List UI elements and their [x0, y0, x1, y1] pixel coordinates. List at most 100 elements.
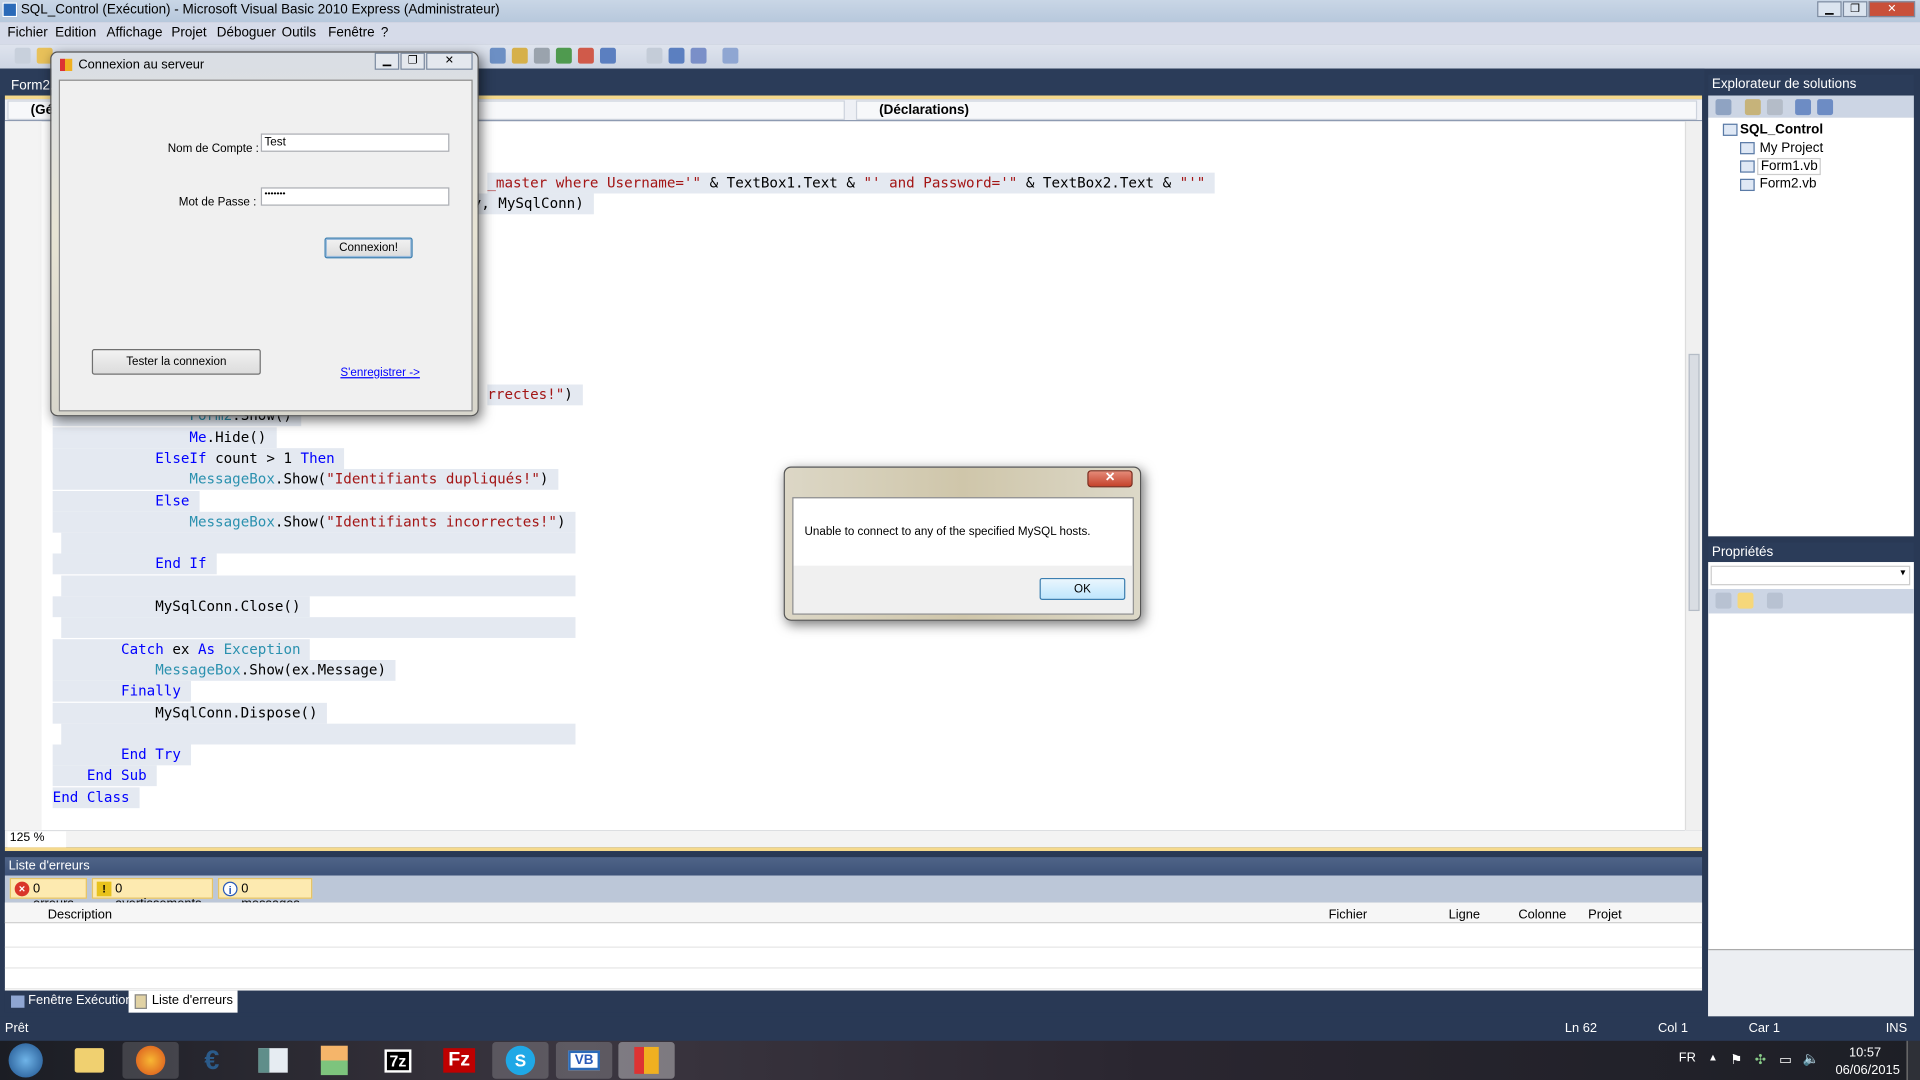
code-line[interactable]: rrectes!") [487, 384, 583, 406]
maximize-button[interactable]: ❐ [1842, 1, 1868, 18]
taskbar-mfc[interactable] [306, 1042, 362, 1079]
dialog-close-button[interactable]: ✕ [426, 52, 473, 70]
menu-fichier[interactable]: Fichier [7, 26, 47, 41]
message-box-close-button[interactable]: ✕ [1087, 470, 1133, 488]
taskbar-sql-control[interactable] [618, 1042, 675, 1079]
menu-outils[interactable]: Outils [282, 26, 316, 41]
step-icon[interactable] [646, 47, 663, 64]
alphabetical-icon[interactable] [1737, 592, 1754, 609]
tree-root[interactable]: SQL_Control [1740, 122, 1823, 137]
tree-item[interactable]: Form2.vb [1760, 176, 1817, 191]
view-designer-icon[interactable] [1817, 99, 1834, 116]
properties-icon[interactable] [511, 47, 528, 64]
breakpoint-window-icon[interactable] [668, 47, 685, 64]
categorized-icon[interactable] [1715, 592, 1732, 609]
code-line[interactable]: MessageBox.Show(ex.Message) [52, 659, 396, 681]
object-browser-icon[interactable] [555, 47, 572, 64]
property-pages-icon[interactable] [1766, 592, 1783, 609]
code-line[interactable]: Catch ex As Exception [52, 638, 311, 660]
add-watch-icon[interactable] [722, 47, 739, 64]
code-line[interactable] [61, 575, 576, 596]
column-header[interactable]: Projet [1588, 907, 1622, 922]
code-line[interactable]: _master where Username='" & TextBox1.Tex… [487, 172, 1216, 194]
menu-edition[interactable]: Edition [55, 26, 96, 41]
code-line[interactable]: End Class [52, 786, 140, 808]
member-dropdown[interactable]: (Déclarations) [855, 100, 1698, 121]
tools-icon[interactable] [533, 47, 550, 64]
taskbar-skype[interactable]: S [492, 1042, 549, 1079]
tree-item[interactable]: Form1.vb [1757, 157, 1822, 176]
scroll-thumb[interactable] [1688, 353, 1700, 612]
menu-fenetre[interactable]: Fenêtre [328, 26, 374, 41]
view-code-icon[interactable] [1795, 99, 1812, 116]
errors-filter[interactable]: ×0 erreurs [9, 877, 87, 911]
taskbar-app-window[interactable] [245, 1042, 301, 1079]
register-link[interactable]: S'enregistrer -> [340, 366, 419, 379]
code-line[interactable] [61, 723, 576, 745]
messages-filter[interactable]: i0 messages [217, 877, 313, 911]
language-indicator[interactable]: FR [1679, 1051, 1696, 1066]
code-line[interactable]: y, MySqlConn) [472, 193, 594, 215]
code-line[interactable]: End Try [52, 744, 191, 766]
menu-affichage[interactable]: Affichage [107, 26, 163, 41]
taskbar-cheat-engine[interactable]: € [184, 1042, 240, 1079]
show-desktop-button[interactable] [1906, 1040, 1920, 1080]
action-center-flag-icon[interactable]: ⚑ [1730, 1052, 1742, 1068]
dialog-minimize-button[interactable]: ▁ [374, 52, 400, 70]
code-line[interactable]: Finally [52, 681, 191, 702]
code-line[interactable]: Else [52, 490, 200, 512]
start-button[interactable] [1, 1042, 50, 1079]
clock-time[interactable]: 10:57 [1849, 1046, 1881, 1061]
editor-horizontal-scrollbar[interactable] [4, 830, 1703, 848]
minimize-button[interactable]: ▁ [1817, 1, 1842, 18]
column-header[interactable]: Description [48, 907, 112, 922]
ok-button[interactable]: OK [1039, 577, 1126, 601]
show-all-files-icon[interactable] [1744, 99, 1761, 116]
warnings-filter[interactable]: !0 avertissements [91, 877, 214, 911]
taskbar-visual-basic[interactable]: VB [555, 1042, 613, 1079]
taskbar-file-explorer[interactable] [61, 1042, 117, 1079]
code-line[interactable]: ElseIf count > 1 Then [52, 448, 345, 469]
tree-item[interactable]: My Project [1760, 141, 1824, 156]
network-icon[interactable]: ▭ [1779, 1052, 1792, 1068]
menu-projet[interactable]: Projet [171, 26, 206, 41]
taskbar-7zip[interactable]: 7z [370, 1042, 426, 1079]
code-line[interactable]: End If [52, 553, 217, 575]
zoom-dropdown[interactable]: 125 % [7, 831, 67, 848]
column-header[interactable]: Colonne [1518, 907, 1566, 922]
code-line[interactable]: MessageBox.Show("Identifiants incorrecte… [52, 511, 576, 533]
code-line[interactable] [61, 532, 576, 554]
clock-date[interactable]: 06/06/2015 [1836, 1063, 1900, 1078]
object-dropdown[interactable]: ▾ [1710, 565, 1911, 586]
immediate-window-icon[interactable] [690, 47, 707, 64]
menu-help[interactable]: ? [381, 26, 389, 41]
code-line[interactable] [61, 617, 576, 639]
volume-icon[interactable]: 🔈 [1802, 1051, 1819, 1067]
test-connection-button[interactable]: Tester la connexion [91, 348, 261, 375]
properties-icon[interactable] [1715, 99, 1732, 116]
code-line[interactable]: End Sub [52, 765, 157, 787]
taskbar-filezilla[interactable]: Fz [431, 1042, 487, 1079]
error-list-icon[interactable] [577, 47, 594, 64]
code-line[interactable]: MySqlConn.Close() [52, 596, 311, 618]
sync-icon[interactable]: ✣ [1755, 1052, 1766, 1068]
show-hidden-icons[interactable]: ▲ [1708, 1052, 1718, 1063]
code-line[interactable]: MySqlConn.Dispose() [52, 702, 328, 724]
taskbar-firefox[interactable] [122, 1042, 179, 1079]
column-header[interactable]: Ligne [1449, 907, 1480, 922]
column-header[interactable]: Fichier [1329, 907, 1368, 922]
code-line[interactable]: MessageBox.Show("Identifiants dupliqués!… [52, 469, 559, 491]
output-icon[interactable] [600, 47, 616, 64]
password-input[interactable]: ••••••• [260, 187, 450, 206]
account-input[interactable]: Test [260, 133, 450, 152]
dialog-maximize-button[interactable]: ❐ [400, 52, 425, 70]
tab-error-list[interactable]: Liste d'erreurs [128, 990, 238, 1013]
connexion-button[interactable]: Connexion! [324, 237, 413, 259]
code-line[interactable]: Me.Hide() [52, 426, 277, 448]
refresh-icon[interactable] [1766, 99, 1783, 116]
find-icon[interactable] [489, 47, 506, 64]
close-button[interactable]: ✕ [1868, 1, 1916, 18]
editor-vertical-scrollbar[interactable] [1684, 121, 1703, 831]
new-project-icon[interactable] [14, 47, 31, 64]
tab-immediate-window[interactable]: Fenêtre Exécution [5, 991, 138, 1013]
